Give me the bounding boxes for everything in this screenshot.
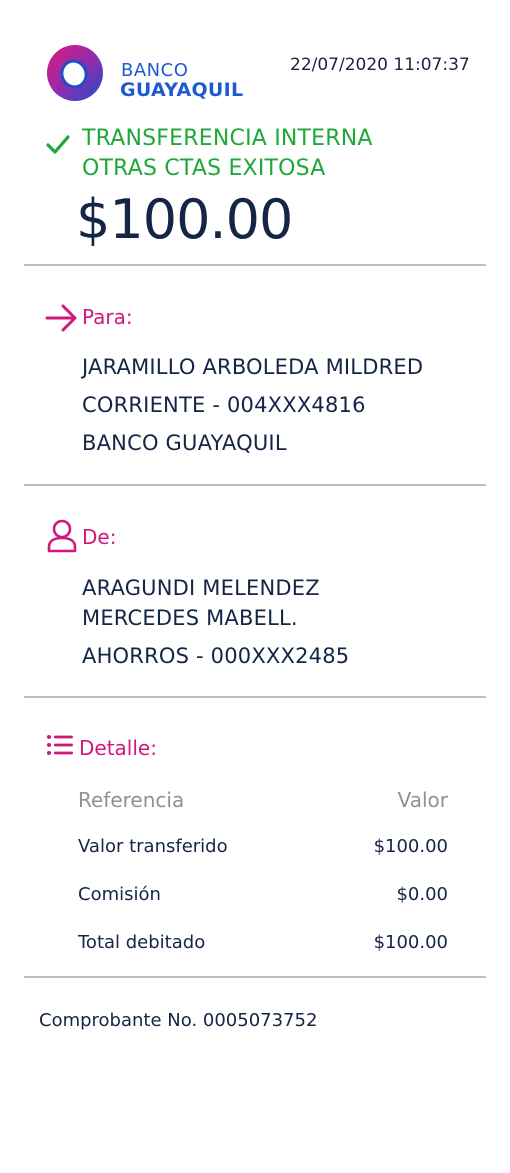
transaction-timestamp: 22/07/2020 11:07:37 [290, 55, 470, 75]
detalle-label: Detalle: [79, 736, 157, 760]
detail-row-ref: Total debitado [78, 932, 206, 953]
arrow-right-icon [45, 303, 79, 333]
detail-row-valor: $100.00 [373, 932, 448, 953]
check-icon [46, 132, 70, 156]
detail-row-ref: Comisión [78, 884, 161, 905]
divider [24, 264, 486, 266]
status-line1: TRANSFERENCIA INTERNA [82, 126, 373, 151]
detail-row-valor: $100.00 [373, 836, 448, 857]
list-icon [46, 733, 74, 757]
divider [24, 484, 486, 486]
column-header-valor: Valor [397, 788, 448, 812]
status-line2: OTRAS CTAS EXITOSA [82, 156, 326, 181]
sender-name-line1: ARAGUNDI MELENDEZ [82, 576, 320, 600]
brand-name-line1: BANCO [121, 60, 189, 81]
divider [24, 696, 486, 698]
detail-row-valor: $0.00 [396, 884, 448, 905]
sender-account: AHORROS - 000XXX2485 [82, 644, 350, 668]
user-icon [47, 519, 77, 553]
column-header-referencia: Referencia [78, 788, 185, 812]
detail-row-ref: Valor transferido [78, 836, 228, 857]
recipient-account: CORRIENTE - 004XXX4816 [82, 393, 366, 417]
sender-name-line2: MERCEDES MABELL. [82, 606, 298, 630]
status-title: TRANSFERENCIA INTERNA OTRAS CTAS EXITOSA [82, 124, 373, 184]
banco-guayaquil-logo [46, 44, 104, 102]
transfer-amount: $100.00 [76, 188, 293, 251]
brand-name-line2: GUAYAQUIL [120, 79, 244, 101]
de-label: De: [82, 525, 117, 549]
divider [24, 976, 486, 978]
recipient-bank: BANCO GUAYAQUIL [82, 431, 287, 455]
para-label: Para: [82, 305, 133, 329]
comprobante-number: Comprobante No. 0005073752 [39, 1010, 318, 1031]
recipient-name: JARAMILLO ARBOLEDA MILDRED [82, 355, 424, 379]
